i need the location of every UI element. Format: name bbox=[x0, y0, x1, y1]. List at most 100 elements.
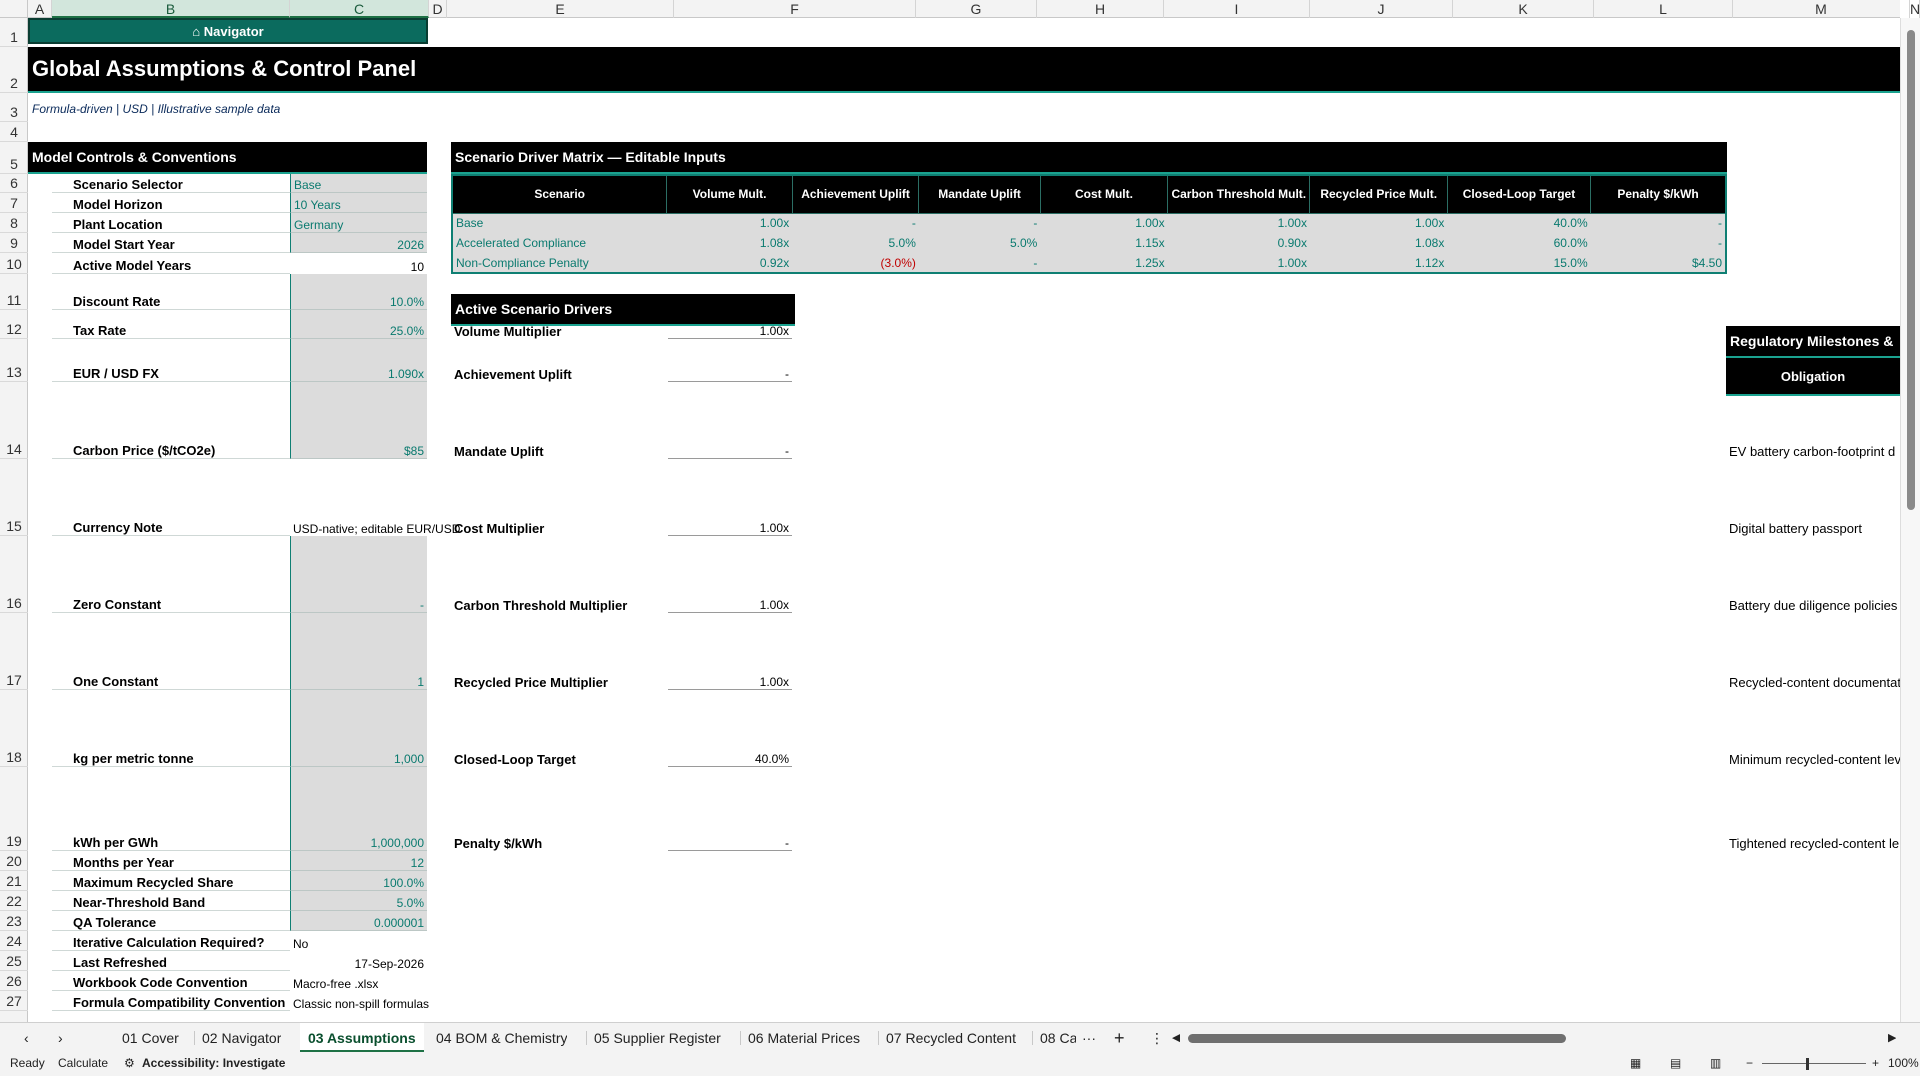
control-input[interactable]: 2026 bbox=[290, 233, 427, 253]
matrix-cell[interactable]: - bbox=[1590, 213, 1726, 234]
row-header-22[interactable]: 22 bbox=[0, 891, 28, 911]
vertical-scroll-thumb[interactable] bbox=[1907, 30, 1915, 510]
column-header-H[interactable]: H bbox=[1037, 0, 1164, 18]
driver-value[interactable]: - bbox=[668, 339, 792, 382]
zoom-slider[interactable] bbox=[1762, 1063, 1866, 1064]
zoom-in-icon[interactable]: + bbox=[1872, 1056, 1879, 1070]
vertical-scrollbar[interactable] bbox=[1900, 18, 1920, 1022]
matrix-cell[interactable]: - bbox=[1590, 233, 1726, 254]
matrix-cell[interactable]: 1.12x bbox=[1309, 253, 1448, 274]
row-header-12[interactable]: 12 bbox=[0, 310, 28, 339]
control-input[interactable]: - bbox=[290, 536, 427, 613]
row-header-10[interactable]: 10 bbox=[0, 253, 28, 274]
regulatory-obligation[interactable]: EV battery carbon-footprint d bbox=[1726, 382, 1900, 459]
normal-view-icon[interactable]: ▦ bbox=[1630, 1056, 1641, 1070]
row-header-13[interactable]: 13 bbox=[0, 339, 28, 382]
matrix-cell[interactable]: 0.90x bbox=[1167, 233, 1310, 254]
row-header-5[interactable]: 5 bbox=[0, 142, 28, 174]
control-input[interactable]: 1.090x bbox=[290, 339, 427, 382]
column-header-E[interactable]: E bbox=[447, 0, 674, 18]
matrix-cell[interactable]: 0.92x bbox=[666, 253, 793, 274]
row-header-7[interactable]: 7 bbox=[0, 193, 28, 213]
matrix-cell[interactable]: 1.25x bbox=[1040, 253, 1168, 274]
select-all-corner[interactable] bbox=[0, 0, 28, 18]
matrix-cell[interactable]: (3.0%) bbox=[792, 253, 919, 274]
row-header-21[interactable]: 21 bbox=[0, 871, 28, 891]
column-header-C[interactable]: C bbox=[290, 0, 429, 18]
column-header-B[interactable]: B bbox=[52, 0, 290, 18]
row-header-19[interactable]: 19 bbox=[0, 767, 28, 851]
sheet-tab[interactable]: 05 Supplier Register bbox=[594, 1023, 721, 1053]
sheet-tab[interactable]: 04 BOM & Chemistry bbox=[436, 1023, 567, 1053]
tab-menu-icon[interactable]: ⋮ bbox=[1150, 1023, 1164, 1053]
matrix-cell[interactable]: 1.00x bbox=[666, 213, 793, 234]
row-header-3[interactable]: 3 bbox=[0, 93, 28, 122]
sheet-grid[interactable]: ⌂ Navigator Global Assumptions & Control… bbox=[28, 18, 1900, 1022]
matrix-cell[interactable]: 1.15x bbox=[1040, 233, 1168, 254]
regulatory-obligation[interactable]: Tightened recycled-content le bbox=[1726, 767, 1900, 851]
control-input[interactable]: 5.0% bbox=[290, 891, 427, 911]
more-tabs-icon[interactable]: ··· bbox=[1082, 1023, 1096, 1053]
column-header-F[interactable]: F bbox=[674, 0, 916, 18]
row-header-20[interactable]: 20 bbox=[0, 851, 28, 871]
matrix-cell[interactable]: 40.0% bbox=[1447, 213, 1591, 234]
page-break-view-icon[interactable]: ▥ bbox=[1710, 1056, 1721, 1070]
row-header-8[interactable]: 8 bbox=[0, 213, 28, 233]
row-header-11[interactable]: 11 bbox=[0, 274, 28, 310]
matrix-cell[interactable]: - bbox=[918, 253, 1041, 274]
column-header-L[interactable]: L bbox=[1594, 0, 1733, 18]
hscroll-left-icon[interactable]: ◀ bbox=[1172, 1023, 1180, 1053]
row-header-18[interactable]: 18 bbox=[0, 690, 28, 767]
column-header-J[interactable]: J bbox=[1310, 0, 1453, 18]
control-input[interactable]: Base bbox=[290, 174, 427, 193]
row-header-27[interactable]: 27 bbox=[0, 991, 28, 1011]
driver-value[interactable]: 1.00x bbox=[668, 613, 792, 690]
row-header-4[interactable]: 4 bbox=[0, 122, 28, 142]
control-input[interactable]: 1,000,000 bbox=[290, 767, 427, 851]
row-header-1[interactable]: 1 bbox=[0, 18, 28, 47]
column-header-D[interactable]: D bbox=[429, 0, 447, 18]
page-layout-view-icon[interactable]: ▤ bbox=[1670, 1056, 1681, 1070]
sheet-tab[interactable]: 03 Assumptions bbox=[300, 1023, 424, 1053]
sheet-tab[interactable]: 02 Navigator bbox=[202, 1023, 281, 1053]
matrix-cell[interactable]: Non-Compliance Penalty bbox=[452, 253, 667, 274]
row-header-26[interactable]: 26 bbox=[0, 971, 28, 991]
row-header-15[interactable]: 15 bbox=[0, 459, 28, 536]
row-header-9[interactable]: 9 bbox=[0, 233, 28, 253]
column-header-G[interactable]: G bbox=[916, 0, 1037, 18]
driver-value[interactable]: 1.00x bbox=[668, 459, 792, 536]
column-header-I[interactable]: I bbox=[1164, 0, 1310, 18]
regulatory-obligation[interactable]: Minimum recycled-content lev bbox=[1726, 690, 1900, 767]
tab-scroll-left-icon[interactable]: ‹ bbox=[24, 1023, 29, 1053]
matrix-cell[interactable]: 1.00x bbox=[1040, 213, 1168, 234]
row-header-24[interactable]: 24 bbox=[0, 931, 28, 951]
matrix-cell[interactable]: 1.00x bbox=[1167, 253, 1310, 274]
driver-value[interactable]: - bbox=[668, 382, 792, 459]
row-header-14[interactable]: 14 bbox=[0, 382, 28, 459]
row-header-6[interactable]: 6 bbox=[0, 174, 28, 193]
regulatory-obligation[interactable]: Battery due diligence policies bbox=[1726, 536, 1900, 613]
status-calculate[interactable]: Calculate bbox=[58, 1056, 108, 1070]
zoom-level[interactable]: 100% bbox=[1888, 1056, 1919, 1070]
matrix-cell[interactable]: 1.08x bbox=[666, 233, 793, 254]
matrix-cell[interactable]: 5.0% bbox=[918, 233, 1041, 254]
control-input[interactable]: 1 bbox=[290, 613, 427, 690]
control-input[interactable]: 1,000 bbox=[290, 690, 427, 767]
sheet-tab[interactable]: 01 Cover bbox=[122, 1023, 179, 1053]
hscroll-right-icon[interactable]: ▶ bbox=[1888, 1023, 1896, 1053]
control-input[interactable]: $85 bbox=[290, 382, 427, 459]
control-input[interactable]: 12 bbox=[290, 851, 427, 871]
row-header-17[interactable]: 17 bbox=[0, 613, 28, 690]
sheet-tab[interactable]: 06 Material Prices bbox=[748, 1023, 860, 1053]
matrix-cell[interactable]: 1.00x bbox=[1309, 213, 1448, 234]
control-input[interactable]: 100.0% bbox=[290, 871, 427, 891]
navigator-button[interactable]: ⌂ Navigator bbox=[28, 18, 428, 44]
matrix-cell[interactable]: - bbox=[918, 213, 1041, 234]
row-header-25[interactable]: 25 bbox=[0, 951, 28, 971]
driver-value[interactable]: 1.00x bbox=[668, 536, 792, 613]
row-header-23[interactable]: 23 bbox=[0, 911, 28, 931]
accessibility-icon[interactable]: ⚙ bbox=[124, 1056, 135, 1070]
matrix-cell[interactable]: $4.50 bbox=[1590, 253, 1726, 274]
matrix-cell[interactable]: Base bbox=[452, 213, 667, 234]
status-accessibility[interactable]: Accessibility: Investigate bbox=[142, 1056, 285, 1070]
